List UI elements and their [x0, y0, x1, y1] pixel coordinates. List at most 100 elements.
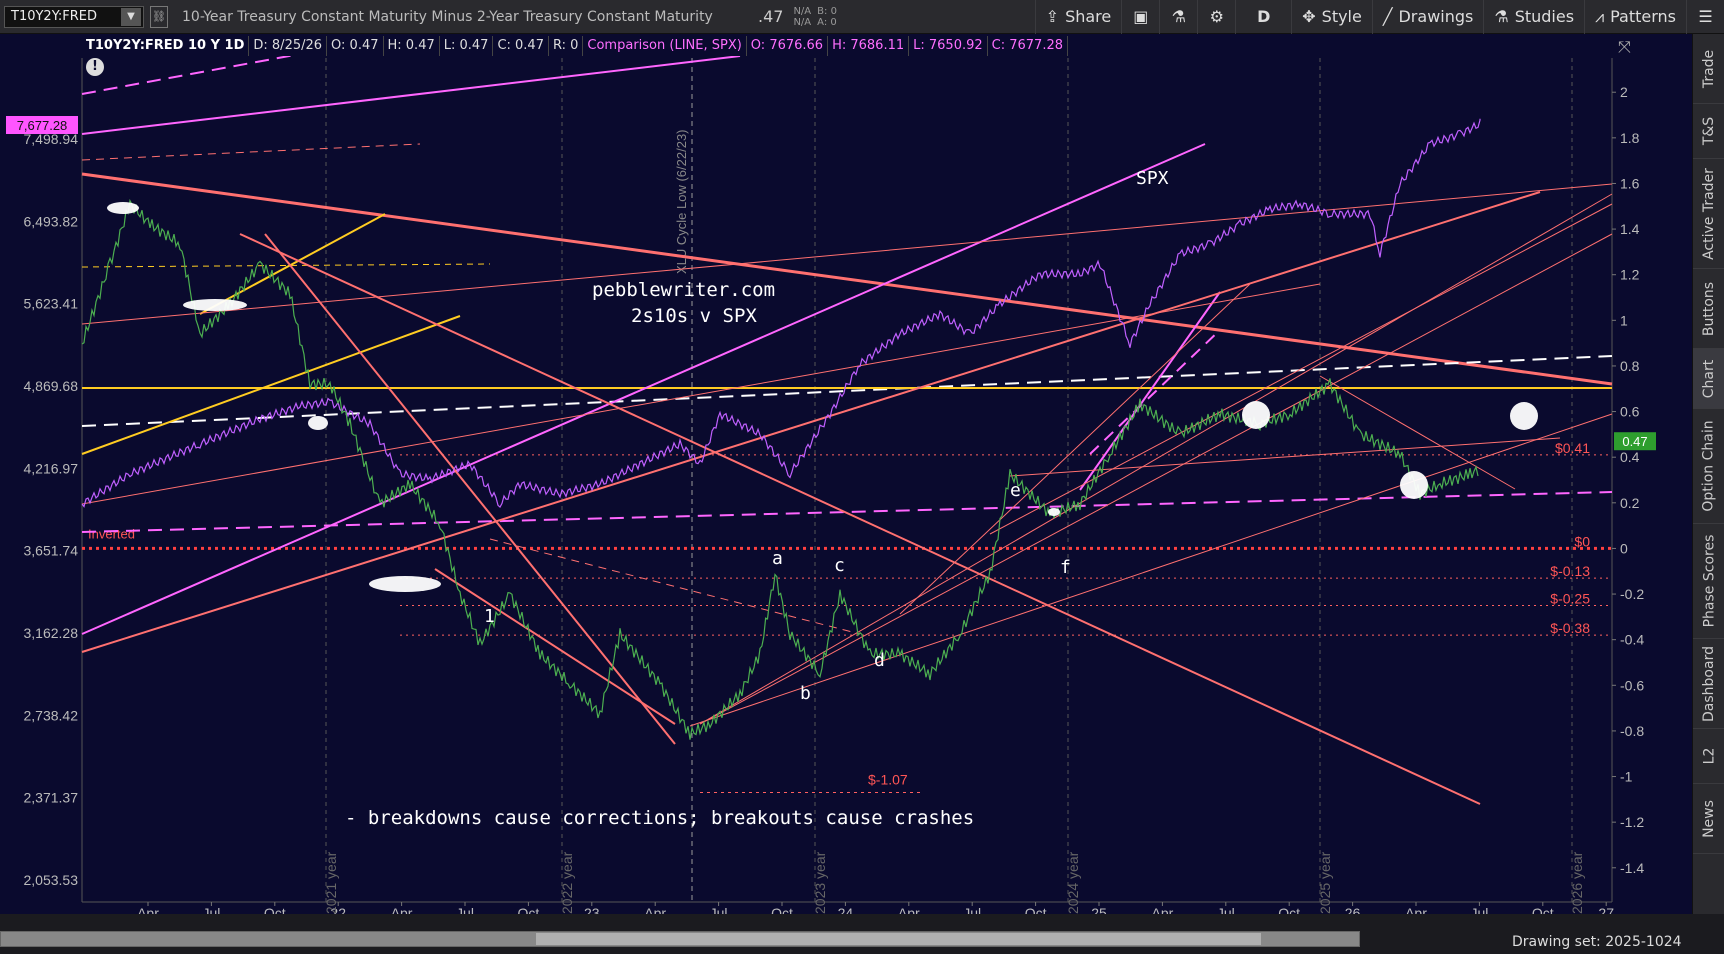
link-icon[interactable]: ⛓: [150, 5, 168, 28]
settings-button[interactable]: ⚙: [1197, 0, 1235, 34]
price-level-label: $-0.38: [1550, 620, 1590, 636]
right-tick-label: -1.2: [1620, 814, 1644, 830]
sidebar-tab-label: Option Chain: [1701, 420, 1718, 512]
wave-label-d: d: [874, 650, 885, 671]
sidebar-tab-label: News: [1701, 799, 1717, 838]
symbol-description: 10-Year Treasury Constant Maturity Minus…: [182, 8, 713, 25]
chevron-down-icon[interactable]: ▼: [121, 7, 141, 26]
thin-trend-line: [989, 203, 1613, 535]
year-label: 2023 year: [812, 851, 828, 914]
sidebar-tab-phase-scores[interactable]: Phase Scores: [1693, 524, 1724, 639]
highlight-ellipse: [369, 576, 441, 592]
right-tick-label: -1.4: [1620, 860, 1644, 876]
note-annotation: - breakdowns cause corrections; breakout…: [345, 807, 974, 829]
aggregation-button[interactable]: D: [1235, 0, 1291, 34]
highlight-ellipse: [1400, 471, 1428, 499]
sidebar-tab-l2[interactable]: L2: [1693, 729, 1724, 784]
info-cmp-high: H: 7686.11: [828, 36, 910, 56]
cycle-low-label: XLU Cycle Low (6/22/23): [674, 129, 689, 274]
info-comparison: Comparison (LINE, SPX): [583, 36, 747, 56]
style-button[interactable]: ✥ Style: [1291, 0, 1372, 34]
time-scrollbar[interactable]: [0, 931, 1360, 947]
x-tick-label: Jul: [710, 905, 728, 914]
pencil-icon: ╱: [1382, 7, 1393, 26]
patterns-button[interactable]: ⩘ Patterns: [1584, 0, 1686, 34]
info-cmp-open: O: 7676.66: [747, 36, 829, 56]
bid-ask-info: N/A B: 0 N/A A: 0: [793, 6, 836, 28]
sidebar-tab-chart[interactable]: Chart: [1693, 349, 1724, 409]
right-tick-label: -0.6: [1620, 677, 1644, 693]
x-tick-label: Jul: [202, 905, 220, 914]
x-tick-label: Jul: [456, 905, 474, 914]
sidebar-tab-option-chain[interactable]: Option Chain: [1693, 409, 1724, 524]
menu-button[interactable]: ☰: [1686, 0, 1724, 34]
crosshair-icon: ⤧: [1618, 37, 1631, 56]
left-tick-label: 3,162.28: [24, 625, 79, 641]
alert-icon[interactable]: !: [86, 58, 104, 76]
flask-button[interactable]: ⚗: [1159, 0, 1197, 34]
sidebar-tab-news[interactable]: News: [1693, 784, 1724, 854]
red-dashed-line: [489, 538, 861, 635]
sidebar-tab-label: Trade: [1701, 49, 1717, 88]
info-high: H: 0.47: [384, 36, 440, 56]
right-tick-label: 1.6: [1620, 175, 1640, 191]
wave-label-1: 1: [484, 606, 495, 627]
x-tick-label: Oct: [518, 905, 540, 914]
symbol-selector[interactable]: T10Y2Y:FRED ▼: [4, 5, 144, 28]
right-tick-label: 0.2: [1620, 495, 1640, 511]
sidebar-tab-t-s[interactable]: T&S: [1693, 104, 1724, 159]
sidebar-tab-active-trader[interactable]: Active Trader: [1693, 159, 1724, 269]
sidebar-tab-label: Phase Scores: [1701, 534, 1718, 628]
info-close: C: 0.47: [493, 36, 549, 56]
sidebar-tab-buttons[interactable]: Buttons: [1693, 269, 1724, 349]
chart-area[interactable]: 2 1.8 1.6 1.4 1.2 1 0.8 0.6 0.4 0.2 0 -0.2 -0.4 -0.6 -…: [0, 34, 1692, 914]
x-tick-label: Apr: [1152, 905, 1174, 914]
year-label: 2026 year: [1569, 851, 1585, 914]
right-tick-label: -0.8: [1620, 723, 1644, 739]
patterns-icon: ⩘: [1595, 6, 1605, 26]
left-tick-label: 3,651.74: [24, 543, 79, 559]
x-tick-label: 27: [1598, 905, 1614, 914]
x-tick-label: 25: [1091, 905, 1107, 914]
thin-trend-line: [689, 413, 1613, 727]
studies-button[interactable]: ⚗ Studies: [1483, 0, 1584, 34]
left-tick-label: 2,738.42: [24, 707, 79, 723]
menu-icon: ☰: [1698, 7, 1713, 26]
left-tick-label: 4,216.97: [24, 460, 79, 476]
wave-label-a: a: [772, 548, 783, 569]
x-tick-label: 24: [838, 905, 854, 914]
sidebar-tab-trade[interactable]: Trade: [1693, 34, 1724, 104]
drawings-button[interactable]: ╱ Drawings: [1371, 0, 1484, 34]
right-tick-label: 0.4: [1620, 449, 1640, 465]
scrollbar-thumb[interactable]: [536, 933, 1261, 945]
share-label: Share: [1065, 7, 1112, 26]
right-tick-label: 1.2: [1620, 267, 1640, 283]
thin-trend-line: [699, 233, 1613, 725]
share-button[interactable]: ⇪ Share: [1034, 0, 1122, 34]
style-label: Style: [1321, 7, 1362, 26]
x-tick-label: Jul: [1217, 905, 1235, 914]
left-tick-label: 2,053.53: [24, 872, 79, 888]
chart-svg: 2 1.8 1.6 1.4 1.2 1 0.8 0.6 0.4 0.2 0 -0.2 -0.4 -0.6 -…: [6, 34, 1692, 914]
pink-channel-dashed-line: [1089, 329, 1221, 455]
share-icon: ⇪: [1045, 7, 1060, 26]
right-tick-label: -0.2: [1620, 586, 1644, 602]
right-sidebar: Trade T&S Active Trader Buttons Chart Option …: [1692, 34, 1724, 914]
sidebar-tab-label: Active Trader: [1701, 167, 1717, 260]
x-tick-label: Apr: [898, 905, 920, 914]
left-tick-label: 5,623.41: [24, 296, 79, 312]
sidebar-tab-dashboard[interactable]: Dashboard: [1693, 639, 1724, 729]
snapshot-button[interactable]: ▣: [1121, 0, 1159, 34]
info-cmp-low: L: 7650.92: [909, 36, 988, 56]
sidebar-tab-label: Buttons: [1701, 281, 1718, 336]
x-tick-label: Jul: [963, 905, 981, 914]
x-tick-label: 23: [584, 905, 600, 914]
year-label: 2024 year: [1065, 851, 1081, 914]
wave-label-f: f: [1060, 557, 1071, 578]
red-dashed-line: [81, 143, 421, 161]
right-tick-label: 0.8: [1620, 358, 1640, 374]
info-date: D: 8/25/26: [249, 36, 328, 56]
highlight-ellipse: [183, 299, 247, 311]
x-tick-label: Oct: [771, 905, 793, 914]
drawing-set-label: Drawing set: 2025-1024: [1512, 934, 1682, 950]
